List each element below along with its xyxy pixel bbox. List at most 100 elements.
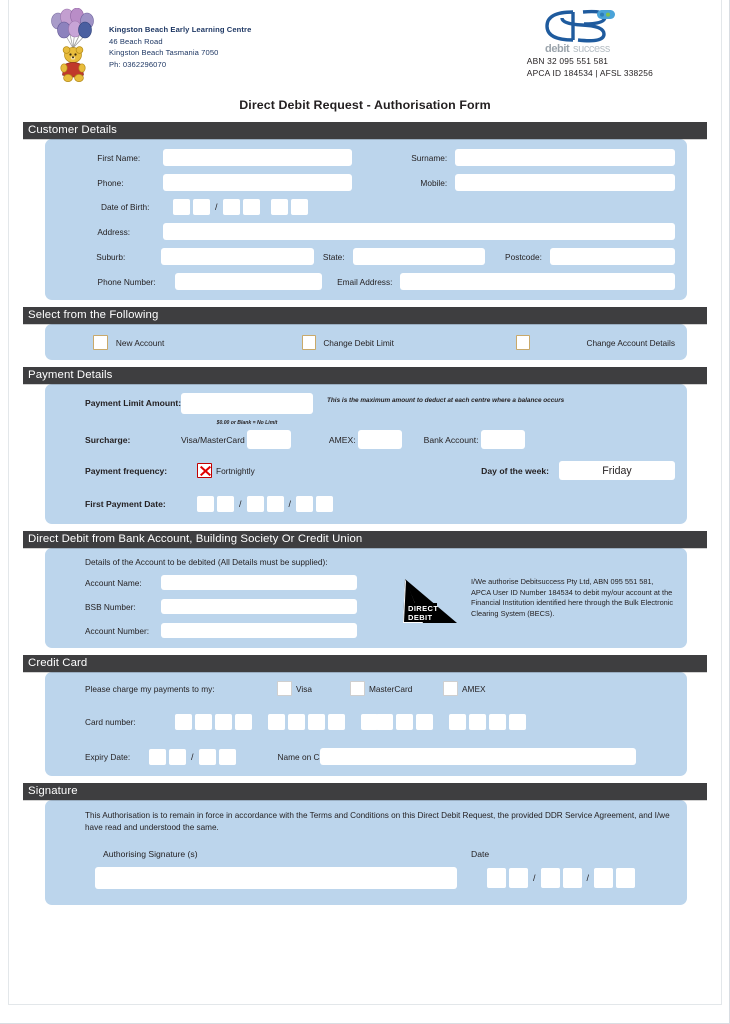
organisation-city: Kingston Beach Tasmania 7050 (109, 48, 219, 58)
section-payment-details: Payment Details Payment Limit Amount: $0… (23, 367, 707, 524)
sig-date-month-2[interactable] (562, 867, 582, 888)
section-header-payment-details: Payment Details (23, 367, 707, 384)
charge-payments-label: Please charge my payments to my: (85, 683, 215, 694)
sig-date-day-2[interactable] (509, 867, 528, 888)
section-header-signature: Signature (23, 783, 707, 800)
card-number-group-4 (449, 714, 527, 730)
sig-date-month-1[interactable] (540, 867, 560, 888)
postcode-input[interactable] (549, 248, 675, 265)
label-fortnightly: Fortnightly (216, 465, 255, 476)
authorising-signature-label: Authorising Signature (s) (103, 848, 198, 859)
first-payment-day-1[interactable] (197, 496, 214, 512)
name-on-card-input[interactable] (319, 748, 636, 765)
bsb-number-input[interactable] (161, 599, 357, 614)
account-name-input[interactable] (161, 575, 357, 590)
date-of-birth-label: Date of Birth: (101, 202, 150, 212)
first-name-input[interactable] (163, 149, 352, 166)
expiry-year-1[interactable] (198, 748, 216, 765)
card-number-group-1 (175, 714, 252, 730)
surcharge-label: Surcharge: (85, 434, 131, 445)
credit-card-panel: Please charge my payments to my: Visa Ma… (45, 672, 687, 776)
expiry-date-group: / (149, 748, 236, 765)
expiry-month-1[interactable] (149, 748, 166, 765)
phone-input[interactable] (163, 174, 352, 191)
card-number-16[interactable] (509, 714, 527, 730)
checkbox-change-debit-limit[interactable] (301, 335, 317, 350)
mobile-input[interactable] (455, 174, 675, 191)
surcharge-amex-input[interactable] (357, 430, 402, 449)
sig-date-day-1[interactable] (487, 867, 506, 888)
card-number-4[interactable] (235, 714, 252, 730)
first-payment-separator-2: / (288, 499, 292, 509)
bsb-number-label: BSB Number: (85, 601, 136, 612)
first-payment-month-2[interactable] (266, 496, 284, 512)
card-number-10[interactable] (376, 714, 394, 730)
surcharge-visa-mastercard-label: Visa/MasterCard (181, 434, 245, 445)
email-address-input[interactable] (400, 273, 676, 290)
payment-limit-note: This is the maximum amount to deduct at … (327, 397, 565, 404)
checkbox-visa[interactable] (277, 681, 292, 696)
card-number-2[interactable] (195, 714, 212, 730)
postcode-label: Postcode: (505, 251, 542, 262)
dob-month-2[interactable] (242, 199, 260, 215)
dob-year-2[interactable] (290, 199, 308, 215)
card-number-6[interactable] (288, 714, 305, 730)
first-payment-day-2[interactable] (217, 496, 234, 512)
section-select-following: Select from the Following New Account Ch… (23, 307, 707, 360)
card-number-15[interactable] (489, 714, 507, 730)
payment-limit-input[interactable] (181, 393, 313, 414)
expiry-year-2[interactable] (218, 748, 236, 765)
surcharge-bank-account-input[interactable] (480, 430, 525, 449)
direct-debit-logo: DIRECT DEBIT (387, 575, 471, 637)
checkbox-fortnightly[interactable] (197, 463, 212, 478)
first-payment-year-2[interactable] (316, 496, 334, 512)
first-payment-month-1[interactable] (246, 496, 264, 512)
card-number-1[interactable] (175, 714, 192, 730)
sig-date-separator-2: / (586, 872, 590, 883)
debitsuccess-logo: debit success (531, 6, 643, 58)
sig-date-year-2[interactable] (616, 867, 636, 888)
surname-input[interactable] (455, 149, 675, 166)
organisation-street: 46 Beach Road (109, 36, 163, 46)
account-number-input[interactable] (161, 623, 357, 638)
select-following-panel: New Account Change Debit Limit Change Ac… (45, 324, 687, 360)
section-signature: Signature This Authorisation is to remai… (23, 783, 707, 905)
sig-date-year-1[interactable] (594, 867, 614, 888)
card-number-12[interactable] (416, 714, 434, 730)
first-payment-year-1[interactable] (296, 496, 314, 512)
card-number-11[interactable] (396, 714, 414, 730)
surcharge-visa-mastercard-input[interactable] (246, 430, 291, 449)
label-new-account: New Account (115, 337, 165, 348)
payment-limit-subnote: $0.00 or Blank = No Limit (216, 420, 278, 426)
dob-month-1[interactable] (222, 199, 240, 215)
dob-day-2[interactable] (193, 199, 210, 215)
expiry-date-label: Expiry Date: (85, 751, 131, 762)
phone-number-input[interactable] (174, 273, 323, 290)
checkbox-change-account-details[interactable] (515, 335, 531, 350)
organisation-address: Kingston Beach Early Learning Centre 46 … (109, 24, 251, 70)
card-number-8[interactable] (328, 714, 345, 730)
expiry-month-2[interactable] (169, 748, 186, 765)
mobile-label: Mobile: (420, 177, 448, 188)
svg-text:DIRECT: DIRECT (408, 604, 438, 613)
dob-year-1[interactable] (270, 199, 288, 215)
card-number-3[interactable] (215, 714, 232, 730)
phone-label: Phone: (97, 177, 124, 188)
dob-day-1[interactable] (173, 199, 190, 215)
address-input[interactable] (163, 223, 675, 240)
section-customer-details: Customer Details First Name: Surname: Ph… (23, 122, 707, 300)
section-header-credit-card: Credit Card (23, 655, 707, 672)
card-number-14[interactable] (469, 714, 487, 730)
checkbox-amex[interactable] (443, 681, 458, 696)
authorising-signature-input[interactable] (95, 866, 457, 889)
card-number-7[interactable] (308, 714, 325, 730)
suburb-input[interactable] (160, 248, 315, 265)
card-number-5[interactable] (268, 714, 285, 730)
state-input[interactable] (352, 248, 485, 265)
checkbox-new-account[interactable] (93, 335, 108, 350)
checkbox-mastercard[interactable] (350, 681, 365, 696)
expiry-separator: / (191, 751, 194, 762)
card-number-13[interactable] (449, 714, 467, 730)
day-of-week-label: Day of the week: (481, 465, 549, 476)
day-of-week-input[interactable]: Friday (559, 461, 675, 480)
